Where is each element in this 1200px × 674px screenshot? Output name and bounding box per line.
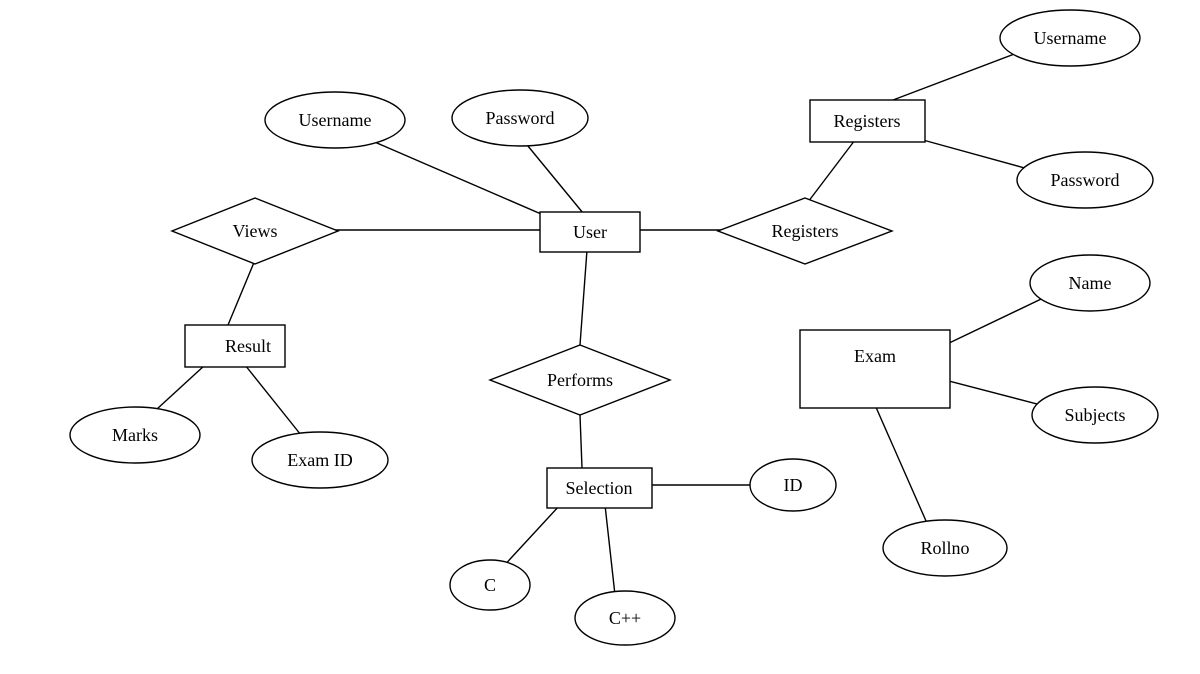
attr-exam-subjects-label: Subjects [1065, 405, 1126, 425]
attr-exam-rollno: Rollno [883, 520, 1007, 576]
attr-selection-id: ID [750, 459, 836, 511]
rel-performs: Performs [490, 345, 670, 415]
attr-reg-username: Username [1000, 10, 1140, 66]
attr-reg-password: Password [1017, 152, 1153, 208]
entity-registers: Registers [810, 100, 925, 142]
entity-selection-label: Selection [566, 478, 633, 498]
attr-selection-cpp: C++ [575, 591, 675, 645]
attr-result-marks-label: Marks [112, 425, 158, 445]
entity-result: Result [185, 325, 285, 367]
attr-user-username-label: Username [299, 110, 372, 130]
attr-result-examid: Exam ID [252, 432, 388, 488]
rel-performs-label: Performs [547, 370, 613, 390]
attr-result-examid-label: Exam ID [287, 450, 352, 470]
attr-result-marks: Marks [70, 407, 200, 463]
attr-exam-name: Name [1030, 255, 1150, 311]
entity-registers-label: Registers [834, 111, 901, 131]
attr-exam-name-label: Name [1069, 273, 1112, 293]
attr-user-password-label: Password [485, 108, 554, 128]
entity-user-label: User [573, 222, 607, 242]
rel-registers: Registers [718, 198, 892, 264]
attr-user-username: Username [265, 92, 405, 148]
entity-user: User [540, 212, 640, 252]
attr-exam-subjects: Subjects [1032, 387, 1158, 443]
attr-reg-username-label: Username [1034, 28, 1107, 48]
er-diagram: User Registers Result Selection Exam Vie… [0, 0, 1200, 674]
attr-user-password: Password [452, 90, 588, 146]
attr-selection-cpp-label: C++ [609, 608, 641, 628]
rel-views: Views [172, 198, 338, 264]
rel-views-label: Views [233, 221, 278, 241]
attr-selection-c-label: C [484, 575, 496, 595]
entity-exam: Exam [800, 330, 950, 408]
rel-registers-label: Registers [772, 221, 839, 241]
entity-result-label: Result [225, 336, 271, 356]
entity-exam-label: Exam [854, 346, 896, 366]
attr-exam-rollno-label: Rollno [920, 538, 969, 558]
attr-selection-c: C [450, 560, 530, 610]
attr-reg-password-label: Password [1050, 170, 1119, 190]
entity-selection: Selection [547, 468, 652, 508]
attr-selection-id-label: ID [784, 475, 803, 495]
